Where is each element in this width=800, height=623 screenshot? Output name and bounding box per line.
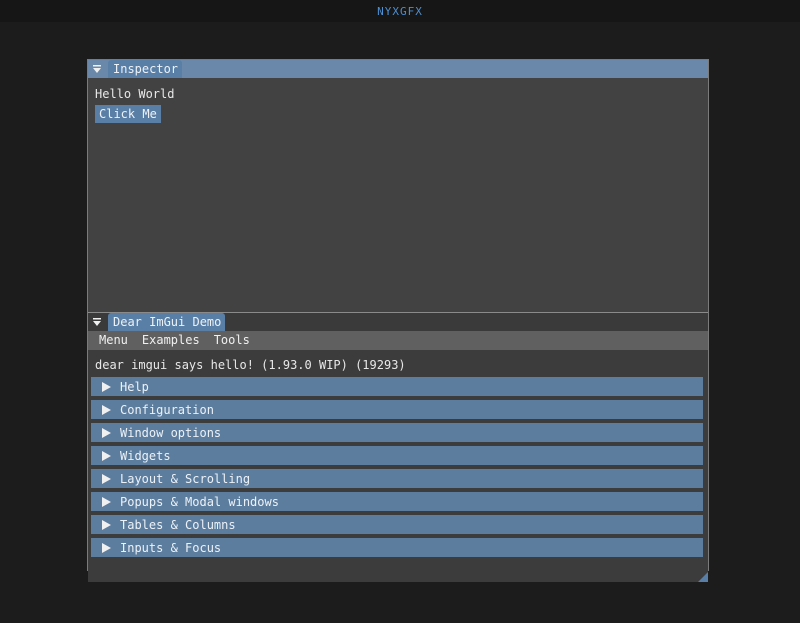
expand-arrow-icon — [94, 450, 118, 461]
top-bar: NYXGFX — [0, 0, 800, 22]
header-label: Inputs & Focus — [120, 540, 222, 555]
inspector-tab-bar: Inspector — [88, 60, 708, 78]
header-popups-modal-windows[interactable]: Popups & Modal windows — [91, 492, 703, 511]
collapse-triangle-icon — [93, 318, 101, 326]
demo-content: dear imgui says hello! (1.93.0 WIP) (192… — [88, 350, 708, 582]
header-label: Popups & Modal windows — [120, 494, 279, 509]
inspector-content: Hello World Click Me — [88, 78, 708, 312]
resize-grip[interactable] — [698, 572, 708, 582]
demo-tab-bar: Dear ImGui Demo — [88, 312, 708, 331]
header-label: Window options — [120, 425, 222, 440]
demo-menu-bar: Menu Examples Tools — [88, 331, 708, 350]
expand-arrow-icon — [94, 496, 118, 507]
header-label: Help — [120, 379, 149, 394]
header-configuration[interactable]: Configuration — [91, 400, 703, 419]
header-label: Tables & Columns — [120, 517, 236, 532]
expand-arrow-icon — [94, 473, 118, 484]
header-tables-columns[interactable]: Tables & Columns — [91, 515, 703, 534]
header-help[interactable]: Help — [91, 377, 703, 396]
header-widgets[interactable]: Widgets — [91, 446, 703, 465]
app-title: NYXGFX — [377, 4, 423, 18]
dock-container: Inspector Hello World Click Me Dear ImGu… — [87, 59, 709, 582]
expand-arrow-icon — [94, 404, 118, 415]
header-label: Widgets — [120, 448, 171, 463]
menu-item-tools[interactable]: Tools — [207, 331, 257, 350]
header-label: Layout & Scrolling — [120, 471, 251, 486]
expand-arrow-icon — [94, 381, 118, 392]
tab-dear-imgui-demo[interactable]: Dear ImGui Demo — [108, 313, 226, 331]
menu-item-examples[interactable]: Examples — [135, 331, 207, 350]
header-window-options[interactable]: Window options — [91, 423, 703, 442]
window-menu-button[interactable] — [88, 60, 106, 78]
tab-inspector[interactable]: Inspector — [108, 60, 183, 78]
click-me-button[interactable]: Click Me — [95, 105, 161, 123]
hello-world-text: Hello World — [95, 87, 175, 101]
header-inputs-focus[interactable]: Inputs & Focus — [91, 538, 703, 557]
header-layout-scrolling[interactable]: Layout & Scrolling — [91, 469, 703, 488]
menu-item-menu[interactable]: Menu — [92, 331, 135, 350]
tab-inspector-label: Inspector — [113, 62, 179, 76]
expand-arrow-icon — [94, 519, 118, 530]
expand-arrow-icon — [94, 427, 118, 438]
collapse-triangle-icon — [93, 65, 101, 73]
expand-arrow-icon — [94, 542, 118, 553]
header-label: Configuration — [120, 402, 214, 417]
demo-window-menu-button[interactable] — [88, 313, 106, 331]
app-root: NYXGFX Inspector Hello World Click Me De… — [0, 0, 800, 623]
tab-demo-label: Dear ImGui Demo — [113, 315, 222, 329]
hello-version-text: dear imgui says hello! (1.93.0 WIP) (192… — [95, 358, 406, 372]
